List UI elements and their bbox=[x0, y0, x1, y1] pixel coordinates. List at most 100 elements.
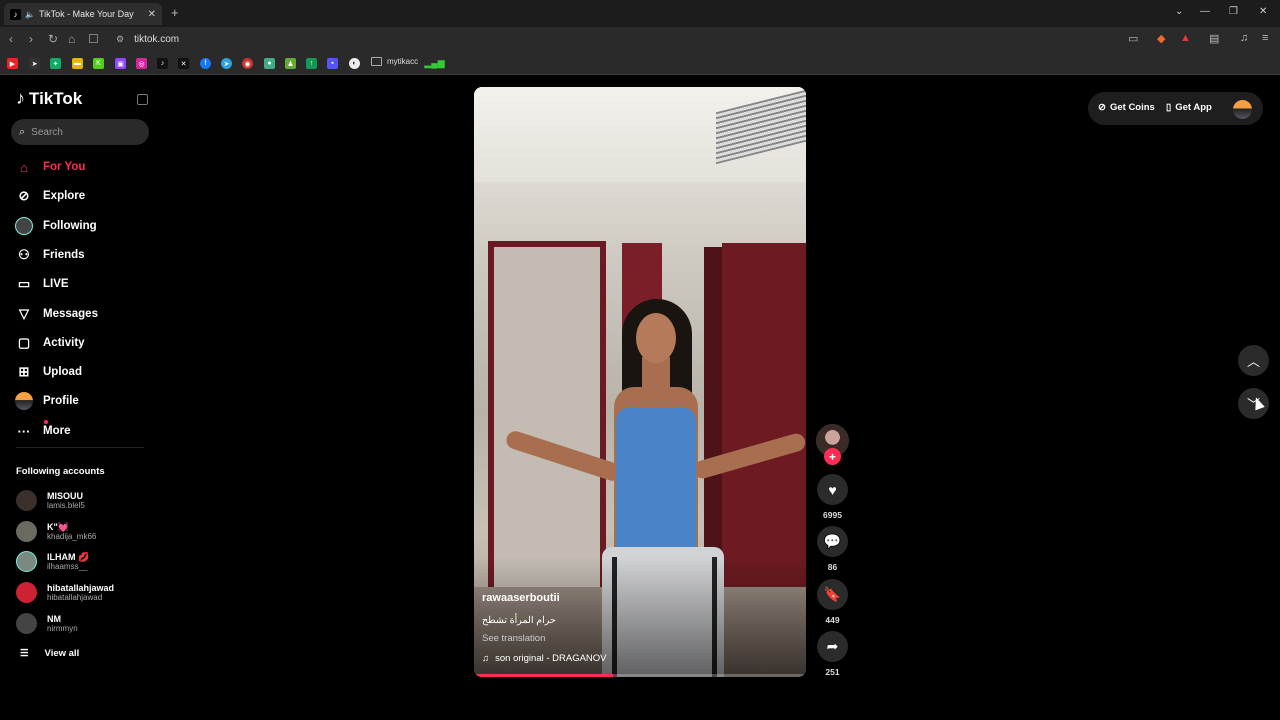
account-handle: ilhaamss__ bbox=[47, 561, 88, 571]
get-app-button[interactable]: ▯ Get App bbox=[1166, 102, 1212, 113]
browser-tab[interactable]: ♪ 🔈 TikTok - Make Your Day ✕ bbox=[4, 3, 162, 25]
speaker-icon[interactable]: 🔈 bbox=[25, 10, 35, 19]
search-placeholder: Search bbox=[31, 126, 63, 138]
sidebar-item-live[interactable]: ▭ LIVE bbox=[15, 275, 69, 293]
restore-icon[interactable]: ❐ bbox=[1229, 6, 1238, 17]
site-info-icon[interactable]: ⚙ bbox=[116, 34, 124, 45]
forward-icon[interactable]: › bbox=[29, 32, 33, 46]
get-coins-button[interactable]: ⊘ Get Coins bbox=[1098, 102, 1155, 113]
bookmark-icon-4[interactable]: ▬ bbox=[72, 58, 83, 69]
video-username[interactable]: rawaaserboutii bbox=[482, 592, 560, 604]
tiktok-note-icon: ♪ bbox=[16, 88, 25, 108]
cast-icon[interactable]: ▭ bbox=[1128, 32, 1138, 45]
sidebar-divider bbox=[16, 447, 144, 448]
sidebar-item-label: For You bbox=[43, 161, 86, 173]
x-bookmark-icon[interactable]: ✕ bbox=[178, 58, 189, 69]
video-music[interactable]: ♫ son original - DRAGANOV bbox=[482, 653, 607, 664]
bookmark-icon-14[interactable]: ♟ bbox=[285, 58, 296, 69]
sidebar-item-friends[interactable]: ⚇ Friends bbox=[15, 246, 84, 264]
avatar bbox=[16, 490, 37, 511]
signal-bookmark-icon[interactable]: ▂▄▆ bbox=[424, 58, 444, 69]
live-icon: ▭ bbox=[17, 276, 31, 291]
bookmark-icon-12[interactable]: ◉ bbox=[242, 58, 253, 69]
sidebar-toggle-icon[interactable]: ▤ bbox=[1209, 32, 1219, 45]
phone-icon: ▯ bbox=[1166, 102, 1172, 113]
comment-button[interactable]: 💬 bbox=[817, 526, 848, 557]
instagram-bookmark-icon[interactable]: ◎ bbox=[136, 58, 147, 69]
friends-icon: ⚇ bbox=[18, 247, 30, 262]
brave-rewards-icon[interactable]: ▲ bbox=[1180, 32, 1191, 44]
sidebar-item-messages[interactable]: ▽ Messages bbox=[15, 305, 98, 323]
facebook-bookmark-icon[interactable]: f bbox=[200, 58, 211, 69]
tiktok-favicon-icon: ♪ bbox=[10, 8, 21, 20]
sidebar-item-label: Explore bbox=[43, 190, 86, 202]
heart-icon: ♥ bbox=[828, 481, 837, 498]
bookmark-folder-label: mytikacc bbox=[387, 57, 419, 66]
new-tab-icon[interactable]: + bbox=[171, 5, 179, 20]
reload-icon[interactable]: ↻ bbox=[48, 32, 58, 46]
like-count: 6995 bbox=[823, 510, 842, 520]
bookmark-icon-13[interactable]: ● bbox=[264, 58, 275, 69]
previous-video-button[interactable]: ︿ bbox=[1238, 345, 1269, 376]
globe-bookmark-icon[interactable]: ◐ bbox=[349, 58, 360, 69]
sidebar-item-explore[interactable]: ⊘ Explore bbox=[15, 187, 86, 205]
bookmark-page-icon[interactable]: ☐ bbox=[88, 32, 99, 46]
account-name: hibatallahjawad bbox=[47, 582, 115, 593]
video-scene bbox=[636, 313, 676, 363]
see-translation-link[interactable]: See translation bbox=[482, 633, 545, 644]
tab-list-icon[interactable]: ⌄ bbox=[1175, 6, 1183, 17]
like-button[interactable]: ♥ bbox=[817, 474, 848, 505]
brave-shield-icon[interactable]: ◆ bbox=[1157, 32, 1165, 45]
avatar bbox=[16, 551, 37, 572]
bookmark-icon: 🔖 bbox=[823, 586, 842, 602]
logo-text: TikTok bbox=[29, 88, 83, 108]
following-account[interactable]: NM nirmmyn bbox=[16, 613, 78, 634]
share-button[interactable]: ➦ bbox=[817, 631, 848, 662]
music-note-icon: ♫ bbox=[482, 653, 490, 664]
kick-bookmark-icon[interactable]: K bbox=[93, 58, 104, 69]
sidebar-item-profile[interactable]: Profile bbox=[15, 392, 79, 410]
sidebar-item-activity[interactable]: ▢ Activity bbox=[15, 334, 85, 352]
menu-icon[interactable]: ≡ bbox=[1262, 32, 1268, 44]
sidebar-item-following[interactable]: Following bbox=[15, 217, 97, 235]
url-field[interactable]: ⚙ tiktok.com bbox=[108, 30, 1148, 49]
collapse-sidebar-icon[interactable] bbox=[137, 94, 148, 105]
account-name: ILHAM 💋 bbox=[47, 551, 90, 562]
following-account[interactable]: K"💓 khadija_mk66 bbox=[16, 521, 96, 542]
save-count: 449 bbox=[825, 615, 840, 625]
view-all-button[interactable]: ☰ View all bbox=[20, 648, 79, 659]
follow-plus-icon[interactable]: + bbox=[824, 448, 841, 465]
video-player[interactable]: rawaaserboutii حرام المرأة تشطح See tran… bbox=[474, 87, 806, 677]
bookmark-icon-2[interactable]: ➤ bbox=[29, 58, 40, 69]
view-all-label: View all bbox=[44, 648, 80, 659]
close-tab-icon[interactable]: ✕ bbox=[148, 9, 156, 20]
back-icon[interactable]: ‹ bbox=[9, 32, 13, 46]
media-icon[interactable]: ♫ bbox=[1240, 32, 1248, 44]
save-button[interactable]: 🔖 bbox=[817, 579, 848, 610]
twitch-bookmark-icon[interactable]: ▣ bbox=[115, 58, 126, 69]
sidebar-item-label: Profile bbox=[43, 395, 79, 407]
following-account[interactable]: ILHAM 💋 ilhaamss__ bbox=[16, 551, 89, 572]
tiktok-bookmark-icon[interactable]: ♪ bbox=[157, 58, 168, 69]
bookmark-icon-15[interactable]: ↑ bbox=[306, 58, 317, 69]
telegram-bookmark-icon[interactable]: ➤ bbox=[221, 58, 232, 69]
sidebar-item-more[interactable]: ··· More bbox=[15, 420, 70, 440]
following-account[interactable]: MISOUU lamis.blel5 bbox=[16, 490, 85, 511]
home-browser-icon[interactable]: ⌂ bbox=[68, 32, 75, 46]
close-window-icon[interactable]: ✕ bbox=[1259, 6, 1267, 17]
bookmark-icon-16[interactable]: ▪ bbox=[327, 58, 338, 69]
minimize-icon[interactable]: — bbox=[1200, 6, 1210, 17]
youtube-bookmark-icon[interactable]: ▶ bbox=[7, 58, 18, 69]
gemini-bookmark-icon[interactable]: ✦ bbox=[50, 58, 61, 69]
music-title: son original - DRAGANOV bbox=[495, 653, 607, 664]
compass-icon: ⊘ bbox=[18, 188, 30, 203]
bookmark-folder[interactable]: mytikacc bbox=[371, 57, 418, 66]
profile-avatar-button[interactable] bbox=[1233, 100, 1252, 119]
following-account[interactable]: hibatallahjawad hibatallahjawad bbox=[16, 582, 114, 603]
get-app-label: Get App bbox=[1175, 102, 1212, 113]
tiktok-logo[interactable]: ♪ TikTok bbox=[16, 88, 82, 109]
sidebar-item-for-you[interactable]: ⌂ For You bbox=[15, 158, 85, 176]
sidebar-item-upload[interactable]: ⊞ Upload bbox=[15, 363, 82, 381]
search-input[interactable]: ⌕ Search bbox=[11, 119, 149, 145]
coin-icon: ⊘ bbox=[1098, 102, 1106, 113]
